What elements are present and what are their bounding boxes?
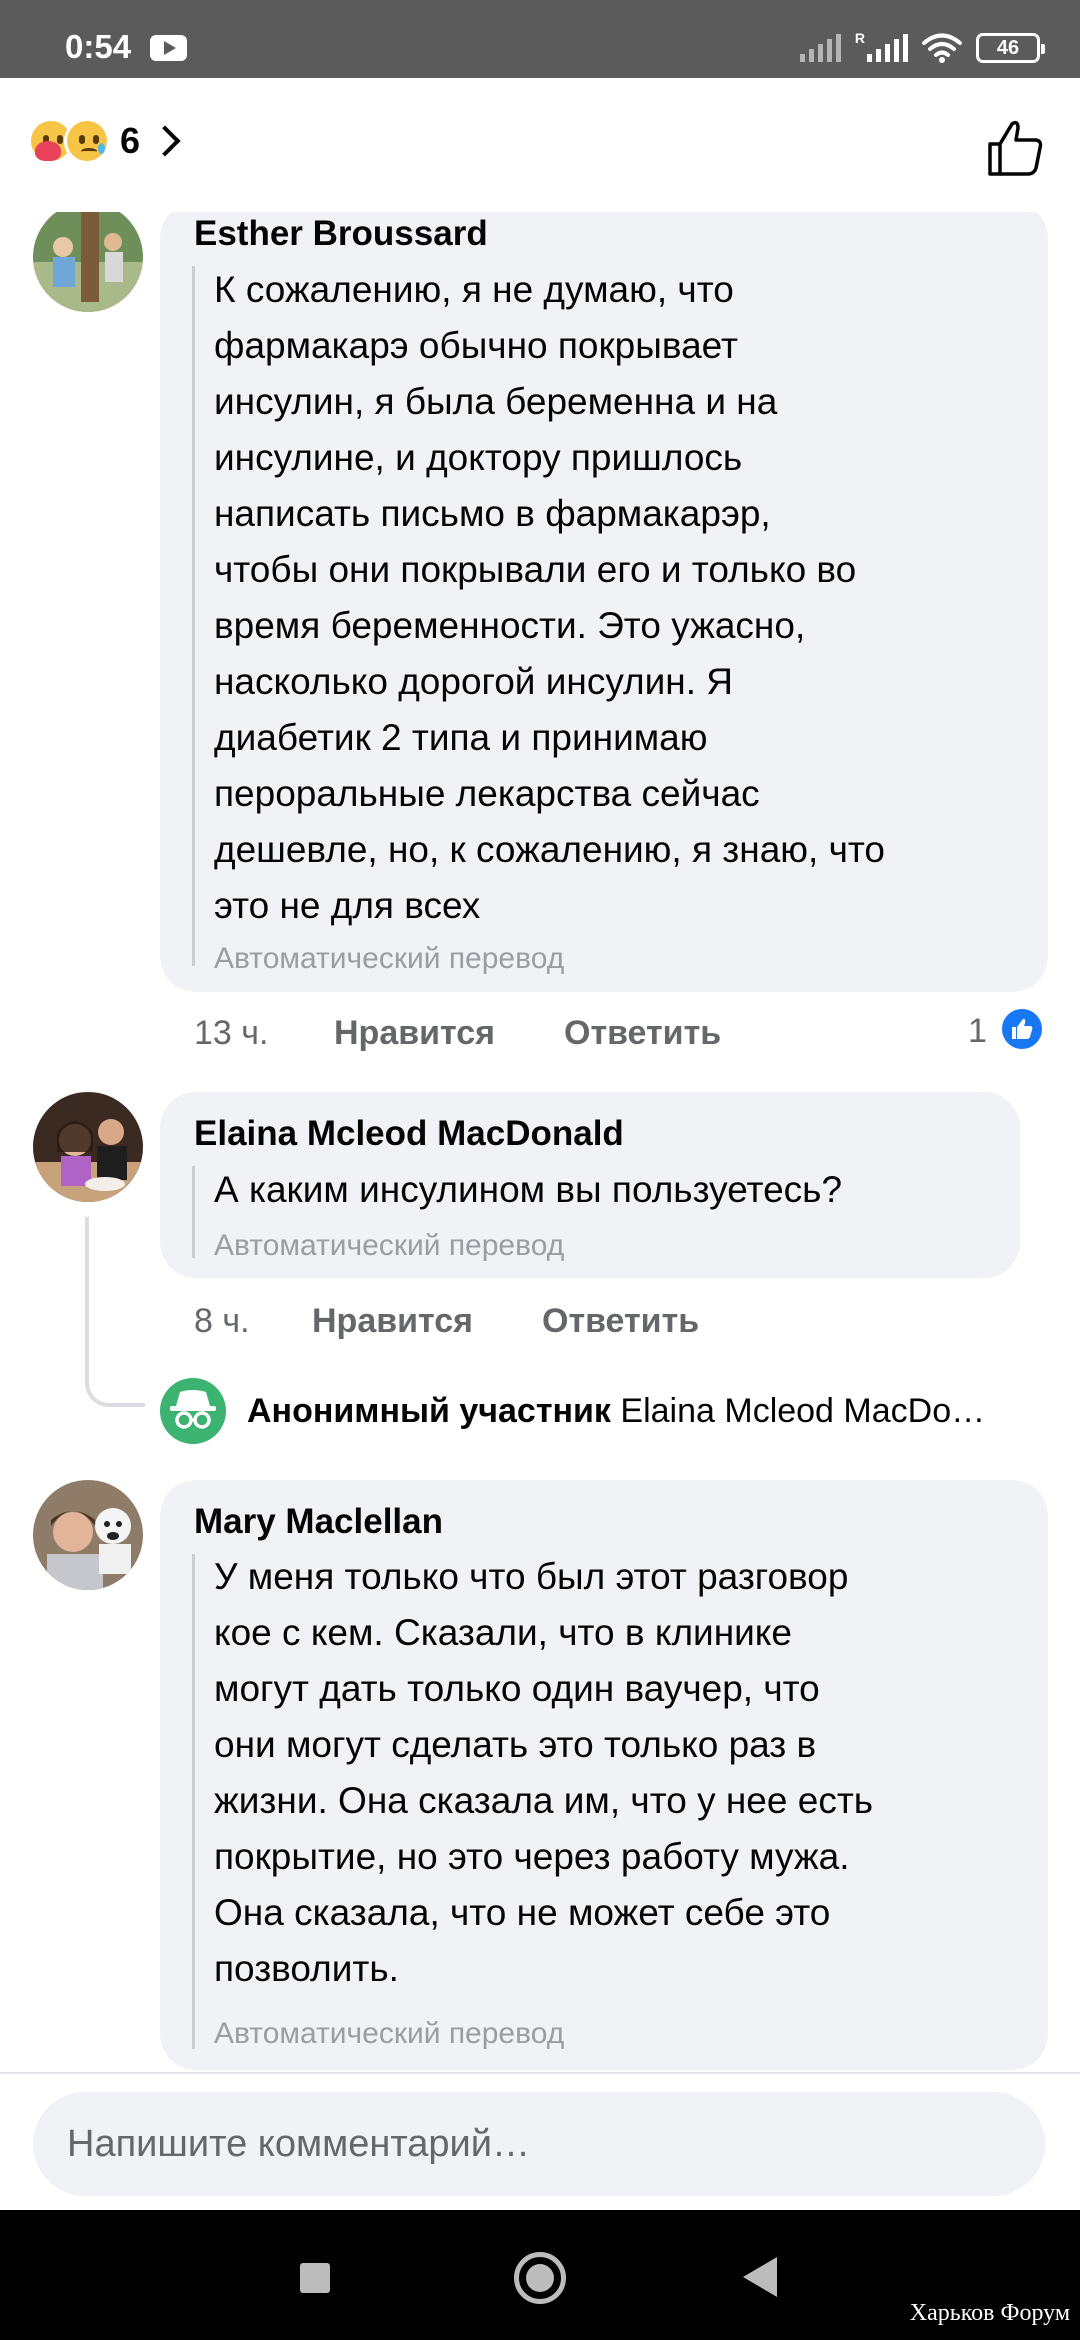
reaction-count: 6	[120, 120, 141, 161]
avatar[interactable]	[33, 212, 143, 312]
auto-translation-label[interactable]: Автоматический перевод	[214, 942, 564, 976]
reply-button[interactable]: Ответить	[564, 1014, 721, 1053]
comment-text: К сожалению, я не думаю, что фармакарэ о…	[214, 269, 885, 926]
translation-quote	[192, 1554, 195, 2049]
reactions-header: 6	[0, 78, 1080, 212]
like-comment-button[interactable]: Нравится	[334, 1014, 495, 1053]
comment-author[interactable]: Mary Maclellan	[194, 1502, 443, 1542]
reply-to-name: Elaina Mcleod MacDo…	[620, 1392, 986, 1430]
comment-author[interactable]: Elaina Mcleod MacDonald	[194, 1114, 624, 1154]
avatar[interactable]	[33, 1092, 143, 1202]
recent-apps-icon[interactable]	[300, 2263, 330, 2293]
comment-input[interactable]	[33, 2092, 1045, 2196]
chevron-right-icon	[149, 125, 181, 157]
comment-time[interactable]: 8 ч.	[194, 1302, 250, 1341]
translation-quote	[192, 1166, 195, 1258]
avatar[interactable]	[33, 1480, 143, 1590]
comments-list: Esther Broussard К сожалению, я не думаю…	[0, 212, 1080, 2070]
auto-translation-label[interactable]: Автоматический перевод	[214, 2017, 564, 2051]
home-icon[interactable]	[514, 2252, 566, 2304]
reply-button[interactable]: Ответить	[542, 1302, 699, 1341]
battery-level: 46	[996, 37, 1020, 59]
thumbs-up-badge-icon	[999, 1006, 1045, 1052]
sad-reaction-icon	[64, 118, 110, 164]
comment-author[interactable]: Esther Broussard	[194, 214, 488, 254]
comment-time[interactable]: 13 ч.	[194, 1014, 268, 1053]
signal-roaming-icon	[867, 34, 908, 62]
comment-like-count[interactable]: 1	[968, 1012, 987, 1051]
watermark: Харьков Форум	[909, 2300, 1070, 2326]
translation-quote	[192, 266, 195, 966]
status-bar: 0:54 R 46	[0, 0, 1080, 78]
signal-icon	[799, 34, 841, 62]
auto-translation-label[interactable]: Автоматический перевод	[214, 1229, 564, 1263]
reply-preview[interactable]: Анонимный участник Elaina Mcleod MacDo…	[247, 1392, 985, 1431]
wifi-icon	[922, 33, 962, 63]
comment-composer	[0, 2072, 1080, 2210]
youtube-icon	[150, 35, 187, 61]
anonymous-avatar-icon[interactable]	[160, 1378, 226, 1444]
reply-thread-line	[85, 1217, 145, 1407]
back-icon[interactable]	[743, 2257, 777, 2297]
comment-text: А каким инсулином вы пользуетесь?	[214, 1169, 843, 1210]
battery-icon: 46	[976, 33, 1045, 63]
reply-author: Анонимный участник	[247, 1392, 611, 1430]
thumbs-up-icon[interactable]	[984, 116, 1048, 180]
comment-text: У меня только что был этот разговор кое …	[214, 1556, 874, 1989]
roaming-indicator: R	[854, 30, 865, 46]
like-comment-button[interactable]: Нравится	[312, 1302, 473, 1341]
reactions-summary[interactable]: 6	[28, 118, 181, 164]
status-icons: R 46	[799, 30, 1045, 66]
status-time: 0:54	[65, 28, 132, 65]
